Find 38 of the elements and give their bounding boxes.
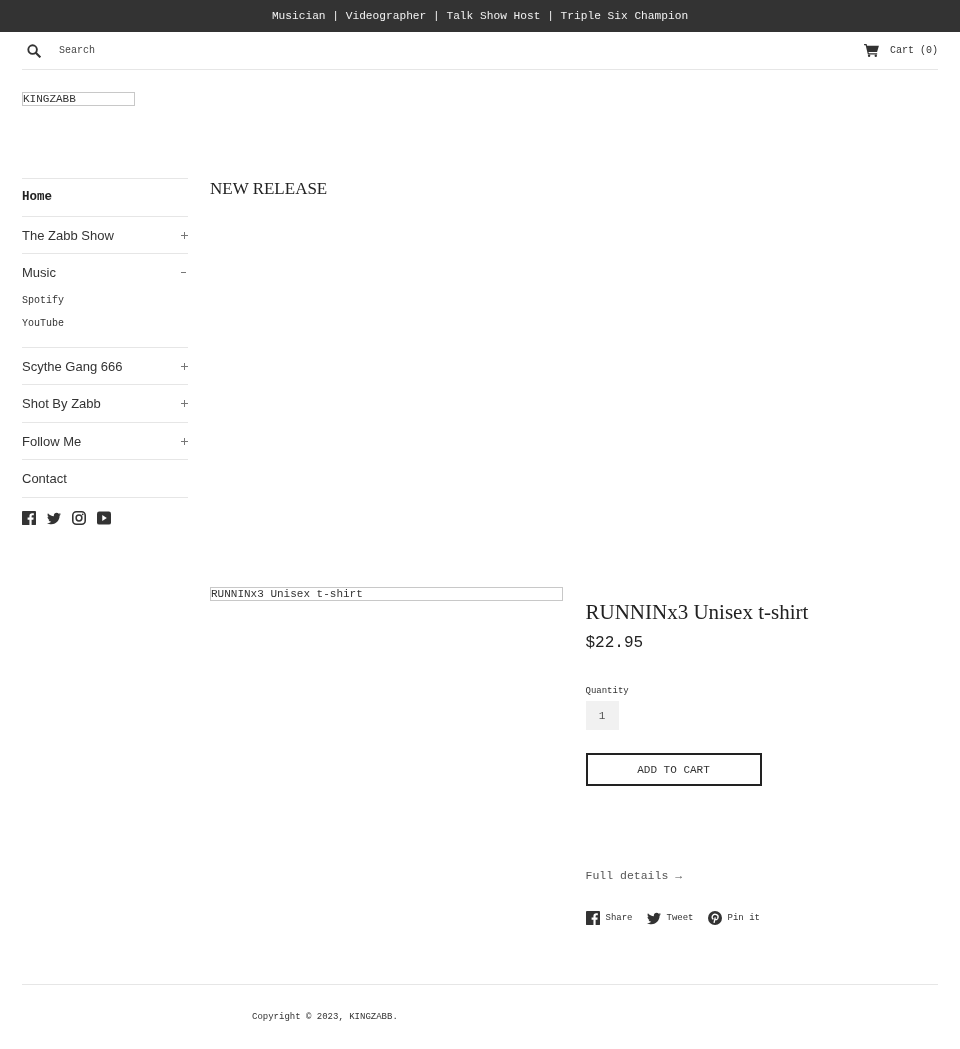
search-icon[interactable] (27, 43, 41, 58)
announcement-bar: Musician | Videographer | Talk Show Host | Triple Six Champion (0, 0, 960, 32)
logo-link[interactable]: KINGZABB (22, 92, 135, 106)
twitter-icon (646, 911, 661, 925)
copyright-text: Copyright © 2023, KINGZABB. (252, 1011, 399, 1023)
quantity-field[interactable]: 1 (585, 701, 619, 730)
facebook-icon[interactable] (22, 510, 36, 525)
sidebar-subitem[interactable]: Spotify (22, 293, 64, 308)
sidebar-nav-item[interactable]: Music (22, 254, 188, 291)
share-link[interactable]: Pin it (707, 910, 760, 926)
product-title: RUNNINx3 Unisex t-shirt (585, 599, 809, 625)
section-heading: NEW RELEASE (210, 178, 329, 200)
sidebar-nav-item[interactable]: Contact (22, 460, 188, 497)
sidebar-nav-item[interactable]: Home (22, 179, 188, 216)
instagram-icon[interactable] (72, 510, 86, 525)
sidebar-nav-item[interactable]: Follow Me (22, 422, 188, 459)
sidebar-nav-item[interactable]: Scythe Gang 666 (22, 347, 188, 384)
plus-icon[interactable] (181, 362, 188, 370)
search-field[interactable]: Search (59, 42, 279, 59)
quantity-label: Quantity (585, 685, 629, 697)
twitter-icon[interactable] (47, 510, 61, 525)
product-image-alt-text: RUNNINx3 Unisex t-shirt (210, 587, 563, 601)
plus-icon[interactable] (181, 231, 188, 239)
add-to-cart-button[interactable]: ADD TO CART (585, 753, 762, 786)
product-price: $22.95 (585, 633, 644, 654)
plus-icon[interactable] (181, 400, 188, 407)
facebook-icon (585, 911, 600, 925)
share-link[interactable]: Tweet (646, 910, 694, 926)
youtube-icon[interactable] (97, 510, 111, 525)
share-link[interactable]: Share (585, 910, 633, 926)
plus-icon[interactable] (181, 437, 188, 445)
cart-link[interactable]: Cart (0) (864, 44, 938, 57)
sidebar-nav-item[interactable]: The Zabb Show (22, 216, 188, 253)
sidebar-subitem[interactable]: YouTube (22, 316, 64, 331)
sidebar-nav-item[interactable]: Shot By Zabb (22, 385, 188, 422)
pinterest-icon (707, 911, 722, 925)
cart-icon (864, 44, 879, 57)
full-details-link[interactable]: Full details → (585, 868, 683, 884)
